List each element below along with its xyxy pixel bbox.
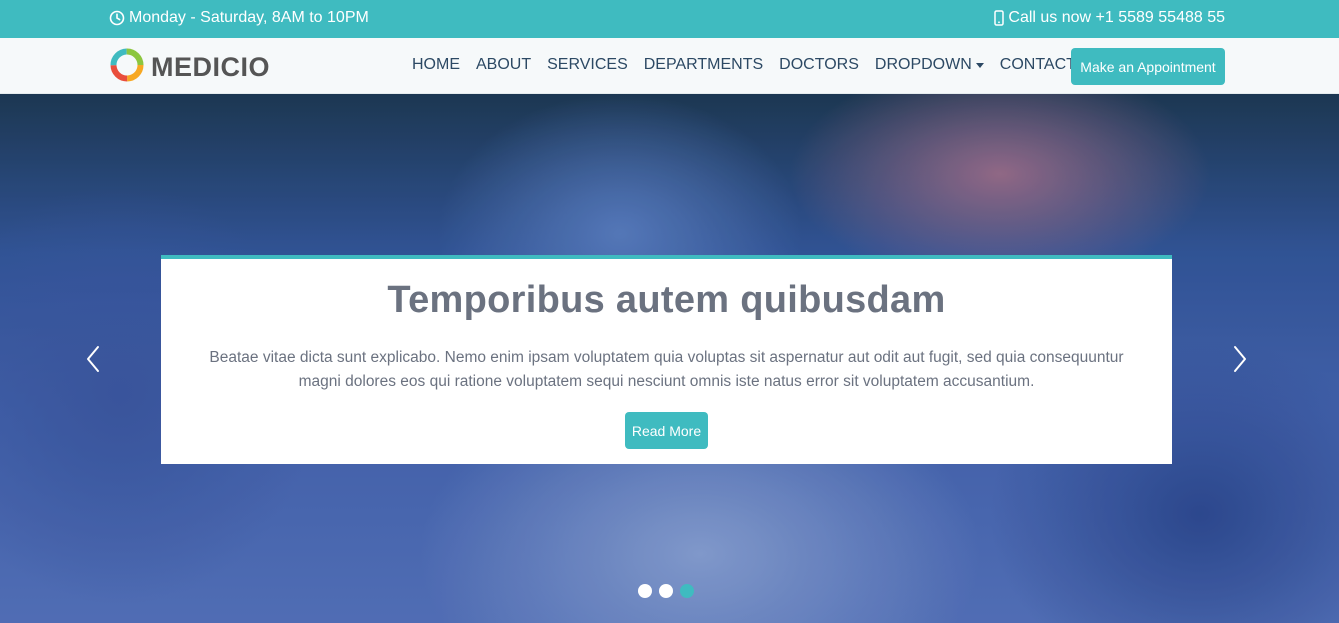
nav-departments-label: DEPARTMENTS xyxy=(643,56,764,73)
carousel-prev-button[interactable] xyxy=(84,344,104,374)
logo-icon xyxy=(109,47,145,88)
carousel-indicator-2[interactable] xyxy=(659,584,673,598)
nav-doctors[interactable]: DOCTORS xyxy=(771,56,867,74)
nav-about[interactable]: ABOUT xyxy=(468,56,539,74)
main-nav: HOME ABOUT SERVICES DEPARTMENTS DOCTORS … xyxy=(404,56,1084,74)
hero-carousel: Temporibus autem quibusdam Beatae vitae … xyxy=(0,94,1339,623)
nav-services[interactable]: SERVICES xyxy=(539,56,636,74)
read-more-button[interactable]: Read More xyxy=(625,412,708,449)
carousel-indicators xyxy=(638,584,694,598)
nav-home-label: HOME xyxy=(412,56,460,73)
chevron-right-icon xyxy=(1234,346,1246,372)
phone-contact: Call us now +1 5589 55488 55 xyxy=(994,9,1225,27)
nav-doctors-label: DOCTORS xyxy=(779,56,859,73)
make-appointment-button[interactable]: Make an Appointment xyxy=(1071,48,1225,85)
caret-down-icon xyxy=(975,62,984,68)
clock-icon xyxy=(109,10,125,26)
chevron-left-icon xyxy=(87,346,99,372)
site-header: MEDICIO HOME ABOUT SERVICES DEPARTMENTS … xyxy=(0,38,1339,94)
nav-about-label: ABOUT xyxy=(476,56,532,73)
phone-text: Call us now +1 5589 55488 55 xyxy=(1008,9,1225,26)
carousel-next-button[interactable] xyxy=(1229,344,1249,374)
carousel-indicator-3[interactable] xyxy=(680,584,694,598)
nav-departments[interactable]: DEPARTMENTS xyxy=(636,56,771,74)
nav-services-label: SERVICES xyxy=(547,56,628,73)
logo-text: MEDICIO xyxy=(151,52,271,82)
nav-home[interactable]: HOME xyxy=(404,56,468,74)
nav-dropdown[interactable]: DROPDOWN xyxy=(867,56,992,74)
carousel-indicator-1[interactable] xyxy=(638,584,652,598)
top-info-bar: Monday - Saturday, 8AM to 10PM Call us n… xyxy=(0,0,1339,38)
opening-hours: Monday - Saturday, 8AM to 10PM xyxy=(109,9,369,27)
nav-contact-label: CONTACT xyxy=(999,56,1076,73)
opening-hours-text: Monday - Saturday, 8AM to 10PM xyxy=(129,9,369,26)
hero-caption-card: Temporibus autem quibusdam Beatae vitae … xyxy=(161,255,1172,464)
phone-icon xyxy=(994,10,1005,26)
hero-text: Beatae vitae dicta sunt explicabo. Nemo … xyxy=(209,349,1124,390)
nav-dropdown-label: DROPDOWN xyxy=(874,56,972,73)
hero-title: Temporibus autem quibusdam xyxy=(387,279,946,321)
logo[interactable]: MEDICIO xyxy=(109,47,270,88)
